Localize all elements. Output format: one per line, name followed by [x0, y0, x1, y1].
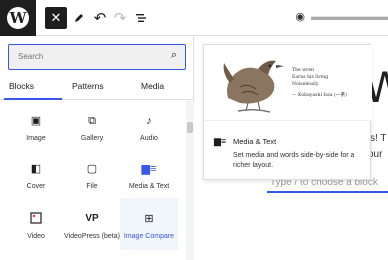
block-grid: ▣ Image ⧉ Gallery ♪ Audio ◧ Cover ▢ File… — [0, 100, 186, 260]
toolbar-right-area: ◉ ▬▬▬▬▬▬▬ — [295, 10, 388, 24]
appender-focus-line — [267, 191, 388, 193]
media-text-preview-image: The wren Earns his living Noiselessly. —… — [204, 45, 372, 121]
block-item-file[interactable]: ▢ File — [63, 148, 121, 200]
image-icon: ▣ — [30, 115, 42, 127]
haiku-line: Noiselessly. — [292, 82, 320, 87]
undo-icon: ↶ — [93, 10, 107, 27]
block-preview-popover: The wren Earns his living Noiselessly. —… — [203, 44, 372, 180]
block-item-label: VideoPress (beta) — [64, 233, 120, 240]
wren-illustration — [223, 60, 284, 113]
block-item-label: Cover — [26, 183, 46, 190]
pen-icon — [75, 14, 83, 22]
post-text-fragment: s! T — [370, 133, 387, 144]
close-icon: ✕ — [50, 10, 62, 25]
haiku-line: The wren — [292, 68, 315, 73]
audio-icon: ♪ — [146, 115, 152, 127]
undo-button[interactable]: ↶ — [89, 7, 111, 29]
site-url-placeholder: ▬▬▬▬▬▬▬ — [311, 10, 388, 23]
tab-patterns[interactable]: Patterns — [72, 81, 104, 91]
media-text-icon: ▆≡ — [141, 163, 157, 175]
list-view-icon — [136, 14, 146, 22]
block-item-label: Media & Text — [128, 183, 170, 190]
inserter-tabs: Blocks Patterns Media — [0, 78, 194, 100]
redo-button[interactable]: ↷ — [109, 7, 131, 29]
block-item-label: Gallery — [80, 135, 104, 142]
preview-block-description: Set media and words side-by-side for a r… — [233, 152, 355, 169]
wordpress-logo-icon: W — [7, 7, 29, 29]
gallery-icon: ⧉ — [88, 115, 96, 127]
haiku-text: The wren Earns his living Noiselessly. —… — [292, 67, 347, 99]
block-item-label: Image — [26, 135, 46, 142]
cover-icon: ◧ — [30, 163, 42, 175]
inserter-scrollbar[interactable] — [186, 100, 194, 260]
block-item-audio[interactable]: ♪ Audio — [120, 100, 178, 152]
globe-icon[interactable]: ◉ — [295, 10, 305, 23]
document-overview-button[interactable] — [130, 7, 152, 29]
haiku-author: — Kobayashi Issa (一茶) — [292, 93, 347, 98]
block-item-gallery[interactable]: ⧉ Gallery — [63, 100, 121, 152]
tab-media[interactable]: Media — [141, 81, 164, 91]
block-item-media-text[interactable]: ▆≡ Media & Text — [120, 148, 178, 200]
tab-blocks[interactable]: Blocks — [9, 81, 34, 91]
search-icon: ⌕ — [170, 49, 177, 61]
block-item-label: Video — [27, 233, 45, 240]
block-item-image[interactable]: ▣ Image — [7, 100, 65, 152]
block-item-label: Audio — [140, 135, 158, 142]
wordpress-logo-button[interactable]: W — [0, 0, 36, 36]
scrollbar-thumb[interactable] — [187, 122, 193, 133]
media-text-icon: ▆≡ — [214, 136, 227, 146]
block-search-input[interactable]: Search ⌕ — [8, 44, 186, 70]
redo-icon: ↷ — [113, 10, 127, 27]
block-item-videopress[interactable]: VP VideoPress (beta) — [63, 198, 121, 250]
block-item-label: File — [86, 183, 98, 190]
videopress-icon: VP — [85, 213, 99, 224]
tools-button[interactable] — [68, 7, 90, 29]
block-item-video[interactable]: Video — [7, 198, 65, 250]
preview-block-title: Media & Text — [233, 137, 277, 146]
close-inserter-button[interactable]: ✕ — [45, 7, 67, 29]
block-inserter-panel: Search ⌕ Blocks Patterns Media ▣ Image ⧉… — [0, 36, 194, 260]
editor-top-toolbar: W ✕ ↶ ↷ ◉ ▬▬▬▬▬▬▬ — [0, 0, 388, 36]
file-icon: ▢ — [86, 163, 98, 175]
block-item-label: Image Compare — [123, 233, 175, 240]
block-item-image-compare[interactable]: ⊞ Image Compare — [120, 198, 178, 250]
block-item-cover[interactable]: ◧ Cover — [7, 148, 65, 200]
image-compare-icon: ⊞ — [144, 213, 154, 225]
search-placeholder: Search — [18, 52, 44, 61]
haiku-line: Earns his living — [292, 75, 329, 80]
video-icon — [30, 212, 42, 226]
